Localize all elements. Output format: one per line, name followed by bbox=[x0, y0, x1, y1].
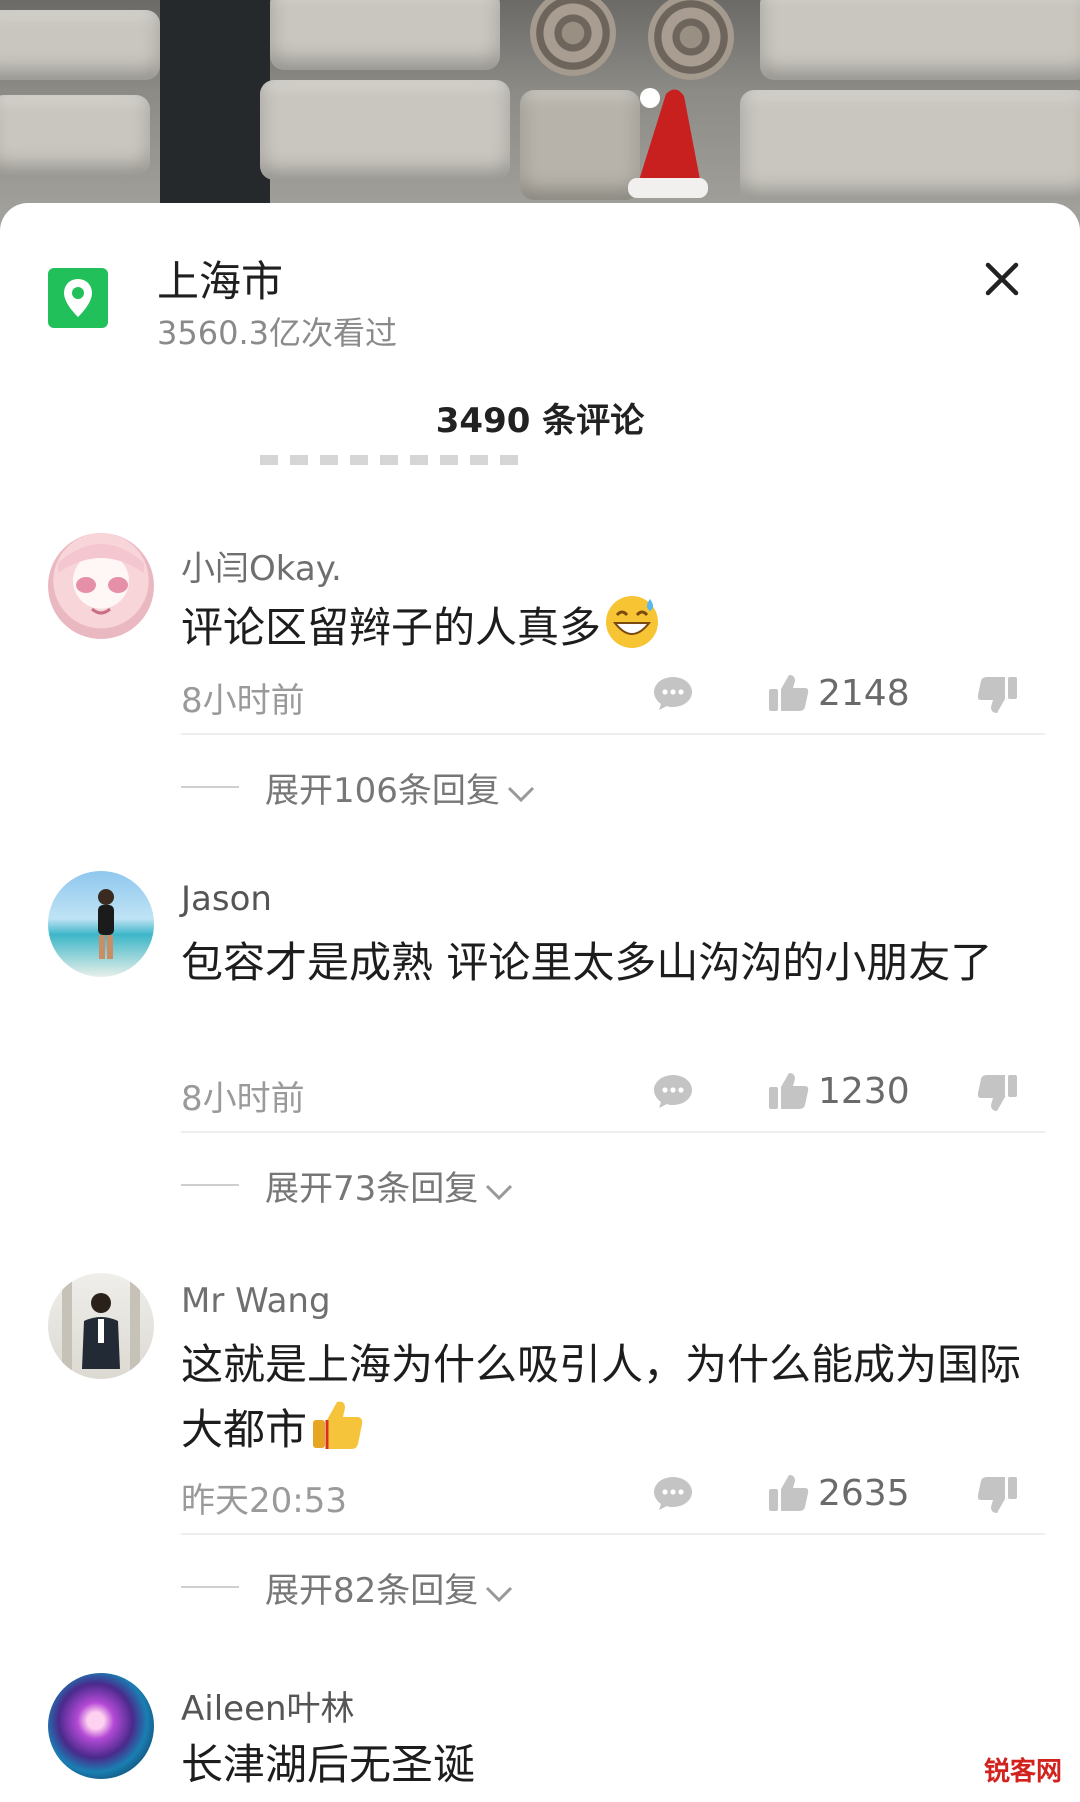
reply-icon[interactable] bbox=[652, 1475, 694, 1511]
comment-timestamp: 8小时前 bbox=[181, 681, 305, 721]
location-title[interactable]: 上海市 bbox=[157, 248, 283, 309]
comment-count-heading: 3490 条评论 bbox=[435, 401, 645, 441]
reply-icon[interactable] bbox=[652, 675, 694, 711]
comment-timestamp: 8小时前 bbox=[181, 1079, 305, 1119]
dislike-icon[interactable] bbox=[976, 675, 1018, 715]
comment-username[interactable]: Aileen叶林 bbox=[181, 1681, 355, 1730]
location-view-count: 3560.3亿次看过 bbox=[157, 314, 397, 352]
comment-username[interactable]: 小闫Okay. bbox=[181, 541, 342, 590]
location-pin-icon[interactable] bbox=[48, 268, 108, 328]
chevron-down-icon bbox=[506, 773, 536, 813]
reply-icon[interactable] bbox=[652, 1073, 694, 1109]
chevron-down-icon bbox=[484, 1171, 514, 1211]
expand-replies-button[interactable]: 展开73条回复 bbox=[265, 1161, 514, 1211]
avatar[interactable] bbox=[48, 1273, 154, 1379]
dislike-icon[interactable] bbox=[976, 1475, 1018, 1515]
like-count: 2635 bbox=[818, 1473, 910, 1514]
comment-username[interactable]: Jason bbox=[181, 879, 272, 919]
comment-text: 评论区留辫子的人真多 bbox=[181, 593, 1021, 668]
comment-timestamp: 昨天20:53 bbox=[181, 1481, 347, 1521]
comment-text: 包容才是成熟 评论里太多山沟沟的小朋友了 bbox=[181, 938, 993, 987]
comments-sheet: 上海市 3560.3亿次看过 3490 条评论 小闫Okay. 评论区留辫子的人… bbox=[0, 203, 1080, 1802]
chevron-down-icon bbox=[484, 1573, 514, 1613]
like-count: 2148 bbox=[818, 673, 910, 714]
avatar[interactable] bbox=[48, 1673, 154, 1779]
avatar[interactable] bbox=[48, 533, 154, 639]
like-icon[interactable] bbox=[768, 1473, 810, 1513]
santa-hat-decoration bbox=[628, 88, 708, 198]
like-icon[interactable] bbox=[768, 1071, 810, 1111]
comment-text: 这就是上海为什么吸引人，为什么能成为国际大都市 bbox=[181, 1333, 1021, 1469]
background-photo bbox=[0, 0, 1080, 230]
watermark-logo: 锐客网 bbox=[983, 1757, 1062, 1787]
dislike-icon[interactable] bbox=[976, 1073, 1018, 1113]
close-icon[interactable] bbox=[978, 255, 1026, 303]
expand-replies-button[interactable]: 展开106条回复 bbox=[265, 763, 536, 813]
like-count: 1230 bbox=[818, 1071, 910, 1112]
thumbs-up-emoji-icon bbox=[309, 1396, 365, 1469]
comment-text: 长津湖后无圣诞 bbox=[181, 1740, 476, 1789]
comment-username[interactable]: Mr Wang bbox=[181, 1281, 331, 1321]
expand-replies-button[interactable]: 展开82条回复 bbox=[265, 1563, 514, 1613]
grinning-sweat-emoji-icon bbox=[603, 593, 661, 668]
avatar[interactable] bbox=[48, 871, 154, 977]
like-icon[interactable] bbox=[768, 673, 810, 713]
